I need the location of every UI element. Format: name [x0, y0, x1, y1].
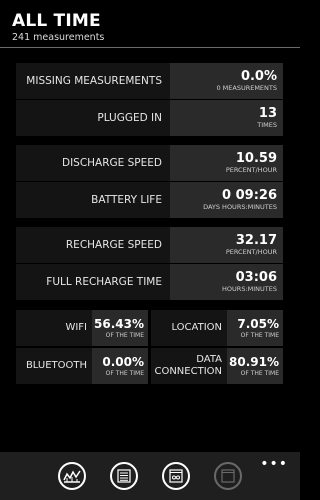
stat-value-cell: 0.00% OF THE TIME [92, 348, 148, 384]
stat-unit: OF THE TIME [240, 331, 279, 339]
chart-button[interactable] [58, 462, 86, 490]
stat-value: 56.43% [94, 316, 144, 331]
metric-value-cell: 0 09:26 DAYS HOURS:MINUTES [170, 182, 283, 218]
group-measurements: MISSING MEASUREMENTS 0.0% 0 MEASUREMENTS… [16, 63, 283, 137]
infinity-icon [169, 469, 183, 483]
list-button[interactable] [110, 462, 138, 490]
stat-unit: OF THE TIME [240, 369, 279, 377]
metric-value: 13 [258, 106, 277, 121]
stat-location: LOCATION 7.05% OF THE TIME [151, 310, 283, 346]
stat-value-cell: 80.91% OF THE TIME [227, 348, 283, 384]
metric-row: FULL RECHARGE TIME 03:06 HOURS:MINUTES [16, 264, 283, 300]
stat-value: 0.00% [102, 354, 144, 369]
stat-bluetooth: BLUETOOTH 0.00% OF THE TIME [16, 348, 148, 384]
stat-value-cell: 7.05% OF THE TIME [227, 310, 283, 346]
metric-label: PLUGGED IN [16, 100, 170, 136]
metric-value: 10.59 [235, 151, 277, 166]
metric-value: 32.17 [235, 233, 277, 248]
more-options-icon[interactable]: ••• [260, 456, 288, 472]
stat-label: WIFI [16, 310, 92, 346]
metric-label: RECHARGE SPEED [16, 227, 170, 263]
page-title: ALL TIME [12, 11, 101, 31]
stat-data-connection: DATA CONNECTION 80.91% OF THE TIME [151, 348, 283, 384]
metric-value-cell: 03:06 HOURS:MINUTES [170, 264, 283, 300]
list-icon [117, 469, 131, 483]
metric-value: 0 09:26 [222, 188, 277, 203]
metric-unit: HOURS:MINUTES [222, 285, 277, 293]
metric-value: 0.0% [240, 69, 277, 84]
group-discharge: DISCHARGE SPEED 10.59 PERCENT/HOUR BATTE… [16, 145, 283, 219]
group-recharge: RECHARGE SPEED 32.17 PERCENT/HOUR FULL R… [16, 227, 283, 301]
metric-value-cell: 0.0% 0 MEASUREMENTS [170, 63, 283, 99]
stat-label: DATA CONNECTION [151, 348, 227, 384]
metric-unit: PERCENT/HOUR [225, 166, 277, 174]
metric-row: MISSING MEASUREMENTS 0.0% 0 MEASUREMENTS [16, 63, 283, 99]
metric-label: DISCHARGE SPEED [16, 145, 170, 181]
all-time-button[interactable] [162, 462, 190, 490]
metric-label: FULL RECHARGE TIME [16, 264, 170, 300]
app-bar: ••• [0, 452, 300, 500]
metric-unit: DAYS HOURS:MINUTES [203, 203, 277, 211]
metric-row: BATTERY LIFE 0 09:26 DAYS HOURS:MINUTES [16, 182, 283, 218]
stat-value-cell: 56.43% OF THE TIME [92, 310, 148, 346]
metric-value-cell: 13 TIMES [170, 100, 283, 136]
metric-value-cell: 32.17 PERCENT/HOUR [170, 227, 283, 263]
metric-row: PLUGGED IN 13 TIMES [16, 100, 283, 136]
chart-icon [63, 470, 81, 483]
stat-value: 7.05% [237, 316, 279, 331]
stat-value: 80.91% [229, 354, 279, 369]
metric-unit: PERCENT/HOUR [225, 248, 277, 256]
metric-label: BATTERY LIFE [16, 182, 170, 218]
metric-row: RECHARGE SPEED 32.17 PERCENT/HOUR [16, 227, 283, 263]
stat-label: BLUETOOTH [16, 348, 92, 384]
page-subtitle: 241 measurements [12, 32, 105, 43]
metric-value-cell: 10.59 PERCENT/HOUR [170, 145, 283, 181]
metric-unit: TIMES [257, 121, 277, 129]
window-button[interactable] [214, 462, 242, 490]
stat-unit: OF THE TIME [105, 331, 144, 339]
usage-stats-grid: WIFI 56.43% OF THE TIME LOCATION 7.05% O… [16, 310, 283, 386]
header-divider [0, 47, 300, 48]
stat-label: LOCATION [151, 310, 227, 346]
metric-unit: 0 MEASUREMENTS [216, 84, 277, 92]
metric-label: MISSING MEASUREMENTS [16, 63, 170, 99]
window-icon [221, 469, 235, 483]
stat-wifi: WIFI 56.43% OF THE TIME [16, 310, 148, 346]
stat-unit: OF THE TIME [105, 369, 144, 377]
metric-row: DISCHARGE SPEED 10.59 PERCENT/HOUR [16, 145, 283, 181]
stat-row: BLUETOOTH 0.00% OF THE TIME DATA CONNECT… [16, 348, 283, 384]
page-header: ALL TIME 241 measurements [12, 10, 104, 43]
stat-row: WIFI 56.43% OF THE TIME LOCATION 7.05% O… [16, 310, 283, 346]
metric-value: 03:06 [235, 270, 277, 285]
